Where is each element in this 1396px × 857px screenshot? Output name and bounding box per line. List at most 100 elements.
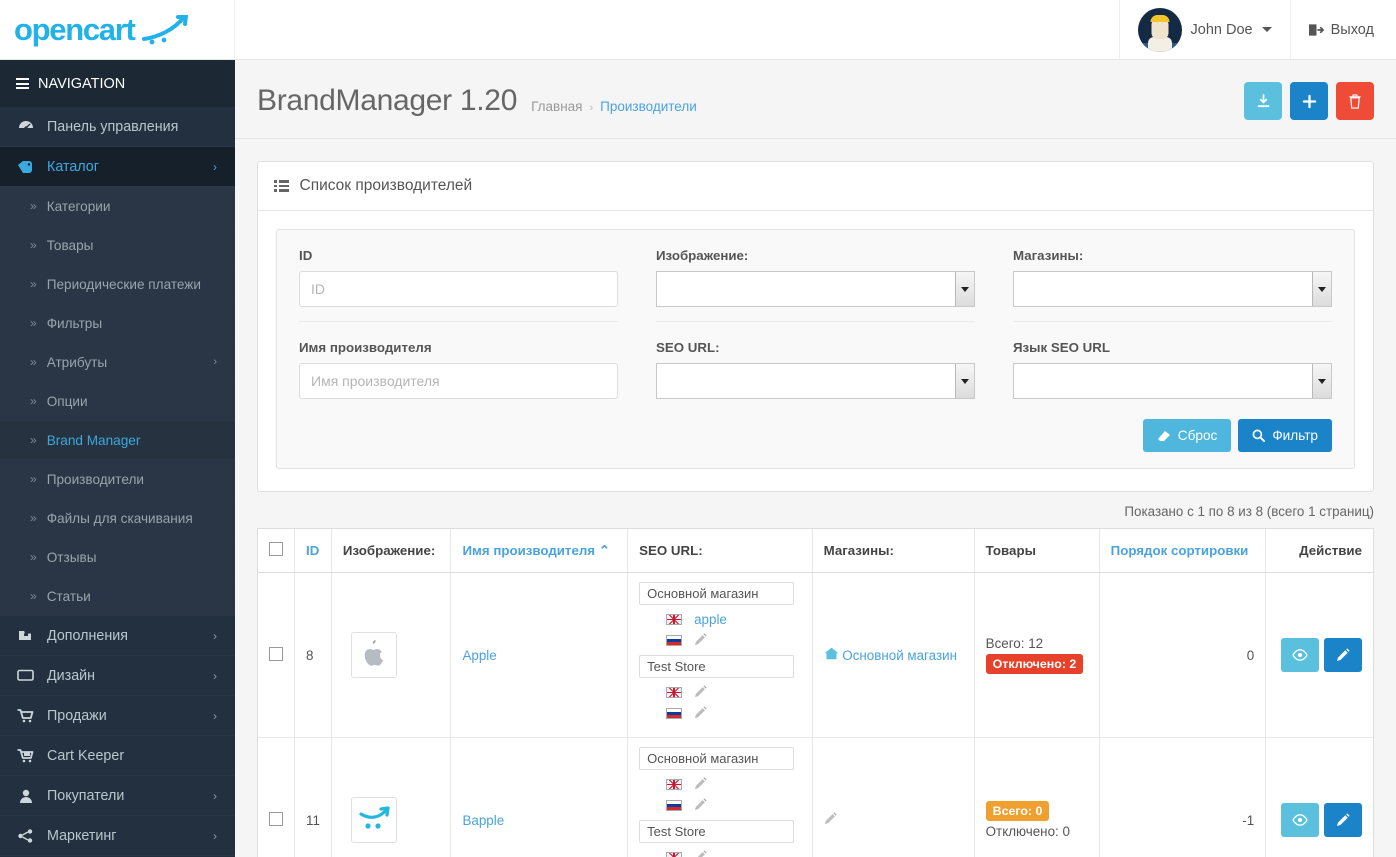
user-menu[interactable]: John Doe	[1118, 0, 1290, 59]
sidebar-nav-header[interactable]: NAVIGATION	[0, 60, 235, 107]
sidebar-item-14[interactable]: Дизайн ›	[0, 656, 235, 696]
seo-store-name: Основной магазин	[639, 582, 795, 605]
row-checkbox[interactable]	[269, 811, 283, 826]
store-link[interactable]: Основной магазин	[824, 647, 957, 663]
row-stores-cell: Основной магазин	[812, 572, 975, 738]
sidebar-subitem-label: Файлы для скачивания	[46, 510, 193, 526]
sidebar-item-label: Дизайн	[47, 667, 96, 684]
sidebar-subitem-2[interactable]: » Категории	[0, 187, 235, 226]
sidebar-subitem-5[interactable]: » Фильтры	[0, 304, 235, 343]
results-count: Показано с 1 по 8 из 8 (всего 1 страниц)	[1124, 504, 1374, 519]
filter-button-label: Фильтр	[1272, 428, 1318, 443]
sidebar-item-13[interactable]: Дополнения ›	[0, 616, 235, 656]
sidebar-subitem-12[interactable]: » Статьи	[0, 577, 235, 616]
cart-keeper-icon	[16, 748, 35, 763]
row-products-cell: Всего: 12 Отключено: 2	[974, 572, 1100, 738]
table-row: 8 Apple Основной магазин apple Test Store Ос…	[258, 572, 1373, 738]
flag-gb-icon	[666, 852, 683, 857]
sidebar-subitem-label: Производители	[46, 471, 144, 487]
row-checkbox[interactable]	[269, 646, 283, 661]
chevron-right-icon: ›	[213, 159, 217, 174]
dashboard-icon	[16, 120, 35, 133]
edit-button[interactable]	[1324, 638, 1362, 672]
delete-button[interactable]	[1336, 82, 1374, 120]
filter-seo-lang-select[interactable]	[1013, 363, 1332, 399]
breadcrumb-item-manufacturers[interactable]: Производители	[600, 99, 697, 114]
edit-button[interactable]	[1324, 803, 1362, 837]
filter-stores-select[interactable]	[1013, 271, 1332, 307]
column-products[interactable]: Товары	[974, 529, 1100, 573]
table-row: 11 Bapple Основной магазин Test Store Всего:…	[258, 737, 1373, 857]
seo-url-link[interactable]: apple	[694, 612, 727, 627]
column-sort-order[interactable]: Порядок сортировки	[1099, 529, 1267, 573]
sidebar-subitem-6[interactable]: » Атрибуты ›	[0, 343, 235, 382]
chevron-double-right-icon: »	[30, 394, 37, 408]
pencil-icon[interactable]	[694, 684, 707, 701]
row-select-cell	[258, 737, 295, 857]
filter-field-seo-lang: Язык SEO URL	[1013, 340, 1332, 413]
table-header: ID Изображение: Имя производителя ⌃ SEO …	[258, 529, 1373, 573]
download-button[interactable]	[1244, 82, 1282, 120]
sort-asc-icon: ⌃	[598, 542, 610, 558]
sidebar-nav-list: Панель управления Каталог › » Категории » Това…	[0, 107, 235, 856]
products-disabled-badge: Отключено: 2	[985, 654, 1084, 674]
logout-button[interactable]: Выход	[1289, 0, 1396, 59]
add-button[interactable]	[1290, 82, 1328, 120]
share-icon	[16, 828, 35, 843]
sidebar-item-0[interactable]: Панель управления	[0, 107, 235, 147]
filter-button[interactable]: Фильтр	[1238, 419, 1332, 452]
manufacturer-name-link[interactable]: Apple	[462, 648, 496, 663]
seo-store-name: Test Store	[639, 655, 795, 678]
row-stores-cell	[812, 737, 975, 857]
sidebar-item-18[interactable]: Маркетинг ›	[0, 816, 235, 856]
sidebar-item-1[interactable]: Каталог ›	[0, 147, 235, 187]
manufacturer-name-link[interactable]: Bapple	[462, 813, 504, 828]
sidebar-subitem-10[interactable]: » Файлы для скачивания	[0, 499, 235, 538]
column-seo-url[interactable]: SEO URL:	[627, 529, 813, 573]
filter-id-input[interactable]	[299, 271, 618, 307]
view-button[interactable]	[1281, 638, 1319, 672]
logo[interactable]: opencart	[0, 0, 235, 59]
filter-image-select[interactable]	[656, 271, 975, 307]
sidebar-item-17[interactable]: Покупатели ›	[0, 776, 235, 816]
column-id[interactable]: ID	[294, 529, 332, 573]
filter-seo-url-select[interactable]	[656, 363, 975, 399]
column-image[interactable]: Изображение:	[331, 529, 452, 573]
chevron-right-icon: ›	[213, 788, 217, 803]
sidebar-subitem-8[interactable]: » Brand Manager	[0, 421, 235, 460]
column-stores[interactable]: Магазины:	[812, 529, 975, 573]
pencil-icon[interactable]	[694, 797, 707, 814]
pencil-icon[interactable]	[694, 776, 707, 793]
logo-text: opencart	[14, 11, 136, 47]
pencil-icon[interactable]	[694, 705, 707, 722]
filter-grid: ID Изображение: Магазины:	[299, 248, 1332, 413]
column-name[interactable]: Имя производителя ⌃	[450, 529, 629, 573]
pencil-icon[interactable]	[694, 632, 707, 649]
sidebar-subitem-3[interactable]: » Товары	[0, 226, 235, 265]
filter-name-input[interactable]	[299, 363, 618, 399]
sidebar-item-15[interactable]: Продажи ›	[0, 696, 235, 736]
sidebar-item-label: Дополнения	[47, 627, 128, 644]
sidebar-subitem-4[interactable]: » Периодические платежи	[0, 265, 235, 304]
flag-ru-icon	[666, 800, 683, 811]
sidebar-subitem-9[interactable]: » Производители	[0, 460, 235, 499]
chevron-double-right-icon: »	[30, 277, 37, 291]
filter-id-label: ID	[299, 248, 313, 263]
chevron-right-icon: ›	[213, 708, 217, 723]
sidebar-subitem-11[interactable]: » Отзывы	[0, 538, 235, 577]
view-button[interactable]	[1281, 803, 1319, 837]
sidebar-subitem-label: Отзывы	[46, 549, 97, 565]
pencil-icon[interactable]	[824, 812, 837, 828]
seo-lang-row	[639, 774, 800, 795]
sidebar-subitem-7[interactable]: » Опции	[0, 382, 235, 421]
breadcrumb-item-home[interactable]: Главная	[531, 99, 582, 114]
pencil-icon[interactable]	[694, 849, 707, 857]
manufacturer-table-wrapper: ID Изображение: Имя производителя ⌃ SEO …	[257, 528, 1374, 857]
main-content: BrandManager 1.20 Главная › Производител…	[235, 60, 1396, 857]
sidebar-item-16[interactable]: Cart Keeper	[0, 736, 235, 776]
filter-seo-url-label: SEO URL:	[656, 340, 720, 355]
column-action: Действие	[1265, 529, 1373, 573]
select-all-checkbox[interactable]	[269, 542, 283, 556]
reset-button[interactable]: Сброс	[1142, 419, 1232, 452]
seo-lang-row: apple	[639, 609, 800, 630]
